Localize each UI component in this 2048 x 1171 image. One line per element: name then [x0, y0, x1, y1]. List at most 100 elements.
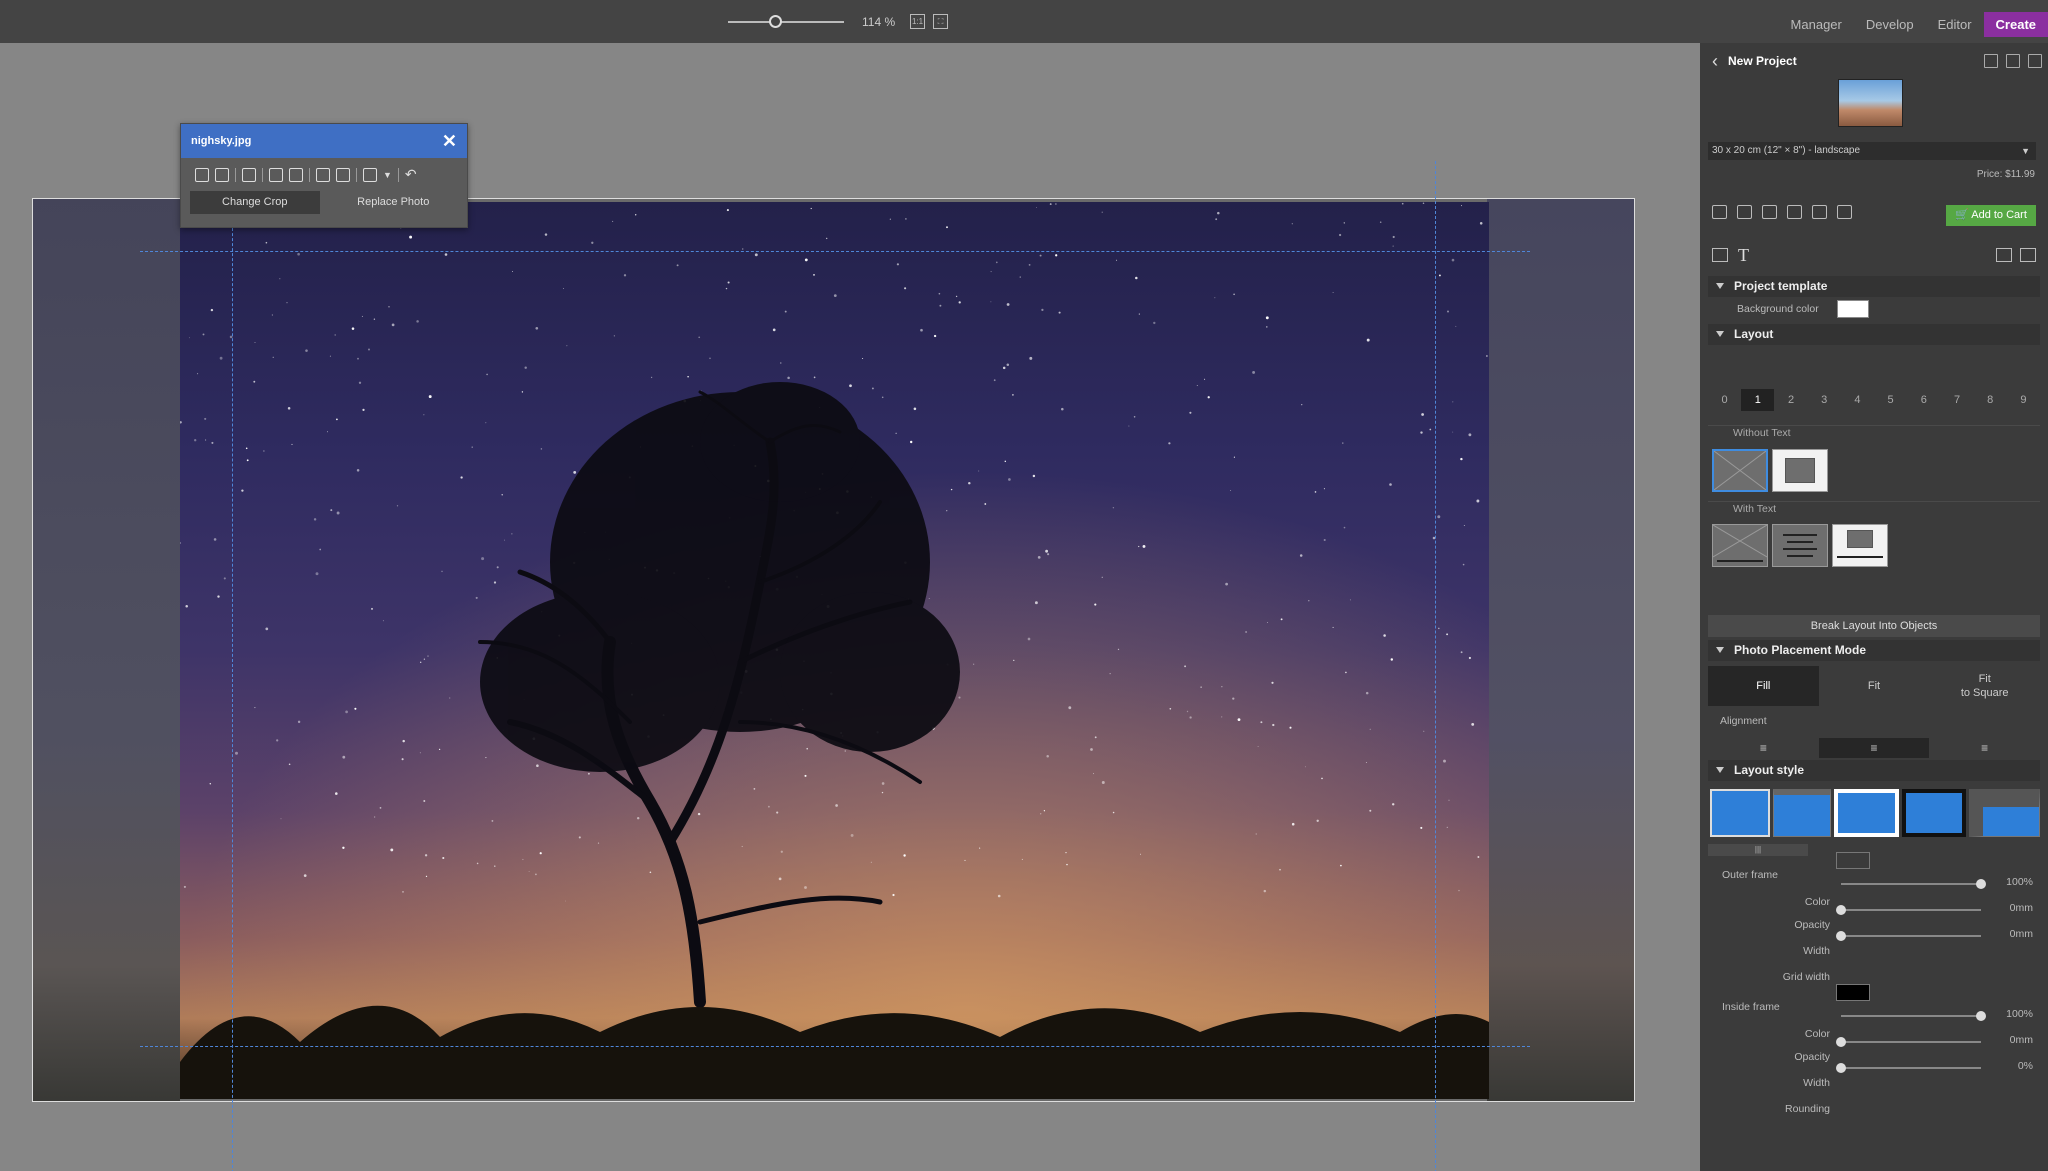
background-color-swatch[interactable]	[1837, 300, 1869, 318]
layout-tab[interactable]: 2	[1774, 389, 1807, 411]
actual-size-icon[interactable]: 1:1	[910, 14, 925, 29]
section-photo-placement[interactable]: Photo Placement Mode	[1708, 640, 2040, 661]
slider-knob[interactable]	[1836, 931, 1846, 941]
delete-icon[interactable]	[363, 167, 377, 182]
star	[217, 595, 220, 598]
undo-icon[interactable]	[1712, 205, 1727, 219]
page-frame[interactable]	[32, 198, 1635, 1102]
close-icon[interactable]: ✕	[442, 131, 457, 152]
rounding-slider[interactable]	[1836, 1063, 1981, 1073]
outer-width-slider[interactable]	[1836, 905, 1981, 915]
image-icon[interactable]	[1712, 248, 1728, 262]
tab-editor[interactable]: Editor	[1926, 12, 1984, 37]
star	[938, 292, 941, 295]
layout-tab[interactable]: 6	[1907, 389, 1940, 411]
align-center-icon[interactable]: ≡	[1818, 738, 1930, 758]
save-icon[interactable]	[1762, 205, 1777, 219]
star	[1189, 716, 1192, 719]
zoom-slider[interactable]	[742, 14, 844, 28]
layout-tab[interactable]: 4	[1841, 389, 1874, 411]
layout-option-caption-bottom[interactable]	[1712, 524, 1768, 567]
star	[235, 751, 238, 755]
layout-style-black-border[interactable]	[1901, 789, 1966, 837]
layout-option-full[interactable]	[1712, 449, 1768, 492]
slider-knob[interactable]	[1976, 1011, 1986, 1021]
layout-style-plain[interactable]	[1710, 789, 1771, 837]
layout-style-offset[interactable]	[1968, 789, 2041, 837]
slider-knob[interactable]	[1836, 1063, 1846, 1073]
layout-tab[interactable]: 5	[1874, 389, 1907, 411]
bring-forward-icon[interactable]	[269, 167, 283, 182]
layout-tab[interactable]: 3	[1808, 389, 1841, 411]
previous-photo-icon[interactable]	[316, 167, 330, 182]
calendar-icon[interactable]	[1996, 248, 2012, 262]
slider-knob[interactable]	[1836, 1037, 1846, 1047]
layout-option-centered[interactable]	[1772, 449, 1828, 492]
send-backward-icon[interactable]	[289, 167, 303, 182]
slider-knob[interactable]	[1976, 879, 1986, 889]
change-crop-button[interactable]: Change Crop	[190, 191, 320, 214]
clipart-icon[interactable]	[2020, 248, 2036, 262]
align-left-icon[interactable]: ≡	[1708, 738, 1819, 758]
star	[973, 663, 975, 665]
export-icon[interactable]	[1837, 205, 1852, 219]
outer-opacity-slider[interactable]	[1841, 879, 1986, 889]
back-icon[interactable]: ‹	[1712, 51, 1718, 72]
text-icon[interactable]: T	[1738, 246, 1749, 264]
grid-width-slider[interactable]	[1836, 931, 1981, 941]
break-layout-button[interactable]: Break Layout Into Objects	[1708, 615, 2040, 637]
night-sky-photo[interactable]	[180, 202, 1489, 1099]
layout-option-photo-caption[interactable]	[1832, 524, 1888, 567]
star	[297, 252, 300, 256]
pages-icon[interactable]	[2028, 54, 2042, 68]
undo-icon[interactable]: ↶	[405, 166, 417, 183]
new-page-icon[interactable]	[1984, 54, 1998, 68]
size-dropdown[interactable]: 30 x 20 cm (12" × 8") - landscape ▼	[1708, 142, 2036, 160]
add-to-cart-button[interactable]: 🛒 Add to Cart	[1946, 205, 2036, 226]
section-layout-style[interactable]: Layout style	[1708, 760, 2040, 781]
layout-tab[interactable]: 0	[1708, 389, 1741, 411]
star	[254, 707, 256, 709]
placement-fill[interactable]: Fill	[1708, 666, 1819, 706]
fit-screen-icon[interactable]: ⛶	[933, 14, 948, 29]
redo-icon[interactable]	[1737, 205, 1752, 219]
inside-color-swatch[interactable]	[1836, 984, 1870, 1001]
replace-photo-button[interactable]: Replace Photo	[329, 191, 459, 214]
tab-develop[interactable]: Develop	[1854, 12, 1926, 37]
layout-style-white-border[interactable]	[1834, 789, 1899, 837]
project-canvas[interactable]: nighsky.jpg ✕ ▼ ↶ Change Crop Replace Ph…	[0, 43, 1700, 1171]
fit-photo-icon[interactable]	[242, 167, 256, 182]
layout-style-shadow[interactable]	[1773, 789, 1832, 837]
layout-tab[interactable]: 8	[1974, 389, 2007, 411]
rotate-right-icon[interactable]	[215, 167, 229, 182]
rotate-left-icon[interactable]	[195, 167, 209, 182]
tab-manager[interactable]: Manager	[1779, 12, 1854, 37]
placement-fit-square[interactable]: Fit to Square	[1929, 666, 2040, 706]
section-layout[interactable]: Layout	[1708, 324, 2040, 345]
align-right-icon[interactable]: ≡	[1929, 738, 2040, 758]
section-project-template[interactable]: Project template	[1708, 276, 2040, 297]
layout-tab[interactable]: 7	[1940, 389, 1973, 411]
chevron-down-icon[interactable]: ▼	[383, 170, 392, 180]
inside-opacity-slider[interactable]	[1841, 1011, 1986, 1021]
next-photo-icon[interactable]	[336, 167, 350, 182]
layout-tab[interactable]: 1	[1741, 389, 1775, 411]
star	[1438, 627, 1440, 630]
tab-create[interactable]: Create	[1983, 12, 2048, 37]
grid-width-value: 0mm	[2009, 928, 2033, 940]
print-icon[interactable]	[1787, 205, 1802, 219]
star	[1196, 384, 1198, 387]
star	[881, 791, 884, 794]
zoom-out-icon[interactable]	[728, 20, 742, 23]
more-styles-icon[interactable]: |||	[1708, 844, 1808, 856]
layout-tab[interactable]: 9	[2007, 389, 2040, 411]
page-settings-icon[interactable]	[2006, 54, 2020, 68]
placement-fit[interactable]: Fit	[1819, 666, 1930, 706]
inside-width-slider[interactable]	[1836, 1037, 1981, 1047]
slider-knob[interactable]	[1836, 905, 1846, 915]
outer-color-swatch[interactable]	[1836, 852, 1870, 869]
project-thumbnail[interactable]	[1838, 79, 1903, 127]
zoom-slider-thumb[interactable]	[768, 14, 782, 28]
share-icon[interactable]	[1812, 205, 1827, 219]
layout-option-text-lines[interactable]	[1772, 524, 1828, 567]
